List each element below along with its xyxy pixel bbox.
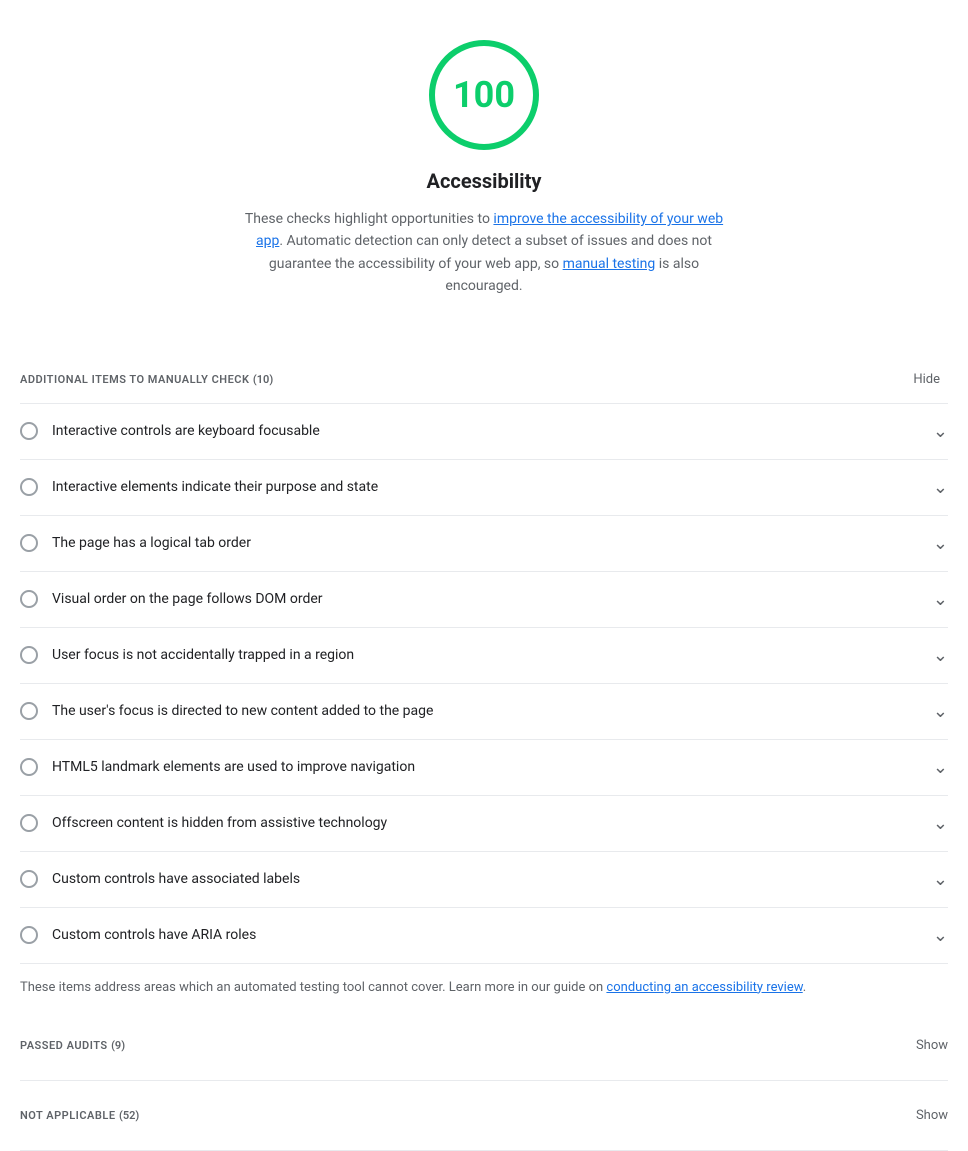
- audit-circle-9: [20, 926, 38, 944]
- audit-item-left-2: The page has a logical tab order: [20, 533, 921, 554]
- audit-label-0: Interactive controls are keyboard focusa…: [52, 421, 320, 442]
- passed-audits-title: PASSED AUDITS: [20, 1039, 108, 1052]
- audit-circle-1: [20, 478, 38, 496]
- audit-item-left-0: Interactive controls are keyboard focusa…: [20, 421, 921, 442]
- audit-item-9[interactable]: Custom controls have ARIA roles ⌄: [20, 908, 948, 963]
- passed-audits-show-button[interactable]: Show: [916, 1038, 948, 1053]
- audit-item-left-6: HTML5 landmark elements are used to impr…: [20, 757, 921, 778]
- audit-circle-3: [20, 590, 38, 608]
- audit-label-7: Offscreen content is hidden from assisti…: [52, 813, 387, 834]
- audit-label-5: The user's focus is directed to new cont…: [52, 701, 433, 722]
- audit-circle-8: [20, 870, 38, 888]
- not-applicable-title: NOT APPLICABLE: [20, 1109, 116, 1122]
- audit-item-2[interactable]: The page has a logical tab order ⌄: [20, 516, 948, 572]
- manual-check-title: ADDITIONAL ITEMS TO MANUALLY CHECK: [20, 373, 249, 386]
- audit-circle-5: [20, 702, 38, 720]
- audit-label-1: Interactive elements indicate their purp…: [52, 477, 378, 498]
- manual-check-section: ADDITIONAL ITEMS TO MANUALLY CHECK (10) …: [20, 348, 948, 1012]
- audit-item-left-8: Custom controls have associated labels: [20, 869, 921, 890]
- chevron-down-icon-0: ⌄: [933, 418, 948, 445]
- footer-text-after: .: [803, 980, 806, 995]
- audit-item-left-7: Offscreen content is hidden from assisti…: [20, 813, 921, 834]
- manual-check-title-group: ADDITIONAL ITEMS TO MANUALLY CHECK (10): [20, 369, 273, 390]
- not-applicable-section: NOT APPLICABLE (52) Show: [20, 1081, 948, 1151]
- passed-audits-section: PASSED AUDITS (9) Show: [20, 1011, 948, 1081]
- score-section: 100 Accessibility These checks highlight…: [20, 0, 948, 328]
- chevron-down-icon-7: ⌄: [933, 810, 948, 837]
- audit-label-9: Custom controls have ARIA roles: [52, 925, 256, 946]
- audit-item-3[interactable]: Visual order on the page follows DOM ord…: [20, 572, 948, 628]
- audit-label-6: HTML5 landmark elements are used to impr…: [52, 757, 415, 778]
- passed-audits-count: (9): [111, 1039, 125, 1052]
- chevron-down-icon-1: ⌄: [933, 474, 948, 501]
- audit-label-3: Visual order on the page follows DOM ord…: [52, 589, 323, 610]
- audit-list: Interactive controls are keyboard focusa…: [20, 404, 948, 964]
- audit-item-5[interactable]: The user's focus is directed to new cont…: [20, 684, 948, 740]
- audit-item-8[interactable]: Custom controls have associated labels ⌄: [20, 852, 948, 908]
- not-applicable-count: (52): [119, 1109, 139, 1122]
- manual-testing-link[interactable]: manual testing: [563, 256, 656, 272]
- audit-item-6[interactable]: HTML5 landmark elements are used to impr…: [20, 740, 948, 796]
- audit-item-left-3: Visual order on the page follows DOM ord…: [20, 589, 921, 610]
- audit-item-left-5: The user's focus is directed to new cont…: [20, 701, 921, 722]
- score-description: These checks highlight opportunities to …: [244, 208, 724, 298]
- passed-audits-title-group: PASSED AUDITS (9): [20, 1035, 125, 1056]
- audit-circle-2: [20, 534, 38, 552]
- chevron-down-icon-4: ⌄: [933, 642, 948, 669]
- audit-item-4[interactable]: User focus is not accidentally trapped i…: [20, 628, 948, 684]
- manual-check-header: ADDITIONAL ITEMS TO MANUALLY CHECK (10) …: [20, 348, 948, 404]
- chevron-down-icon-5: ⌄: [933, 698, 948, 725]
- footer-text-before: These items address areas which an autom…: [20, 980, 606, 995]
- accessibility-review-link[interactable]: conducting an accessibility review: [606, 980, 802, 995]
- score-circle: 100: [429, 40, 539, 150]
- score-title: Accessibility: [427, 166, 542, 196]
- manual-check-count: (10): [253, 373, 273, 386]
- score-number: 100: [453, 68, 515, 122]
- footer-note: These items address areas which an autom…: [20, 964, 948, 1012]
- audit-label-2: The page has a logical tab order: [52, 533, 251, 554]
- chevron-down-icon-8: ⌄: [933, 866, 948, 893]
- audit-item-7[interactable]: Offscreen content is hidden from assisti…: [20, 796, 948, 852]
- hide-button[interactable]: Hide: [905, 368, 948, 391]
- chevron-down-icon-2: ⌄: [933, 530, 948, 557]
- not-applicable-header: NOT APPLICABLE (52) Show: [20, 1105, 948, 1126]
- audit-item-1[interactable]: Interactive elements indicate their purp…: [20, 460, 948, 516]
- audit-item-0[interactable]: Interactive controls are keyboard focusa…: [20, 404, 948, 460]
- audit-label-8: Custom controls have associated labels: [52, 869, 300, 890]
- audit-item-left-1: Interactive elements indicate their purp…: [20, 477, 921, 498]
- chevron-down-icon-9: ⌄: [933, 922, 948, 949]
- audit-circle-0: [20, 422, 38, 440]
- chevron-down-icon-3: ⌄: [933, 586, 948, 613]
- passed-audits-header: PASSED AUDITS (9) Show: [20, 1035, 948, 1056]
- audit-circle-6: [20, 758, 38, 776]
- audit-circle-7: [20, 814, 38, 832]
- audit-label-4: User focus is not accidentally trapped i…: [52, 645, 354, 666]
- not-applicable-title-group: NOT APPLICABLE (52): [20, 1105, 139, 1126]
- audit-item-left-4: User focus is not accidentally trapped i…: [20, 645, 921, 666]
- description-text-1: These checks highlight opportunities to: [245, 211, 494, 227]
- audit-item-left-9: Custom controls have ARIA roles: [20, 925, 921, 946]
- audit-circle-4: [20, 646, 38, 664]
- chevron-down-icon-6: ⌄: [933, 754, 948, 781]
- not-applicable-show-button[interactable]: Show: [916, 1108, 948, 1123]
